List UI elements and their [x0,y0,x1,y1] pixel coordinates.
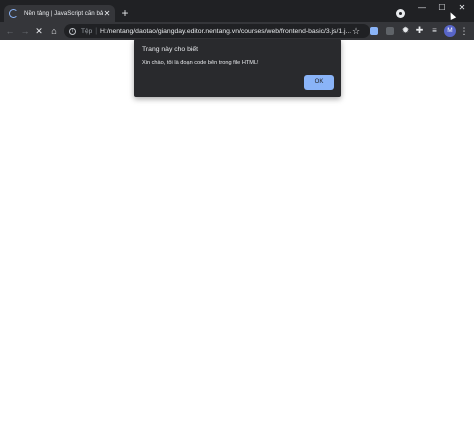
settings-extension-icon[interactable]: ✹ [401,26,410,35]
ok-button[interactable]: OK [304,75,334,90]
site-info-icon[interactable]: i [69,27,76,35]
tab-active[interactable]: Nền tảng | JavaScript căn bản ✕ [4,5,115,22]
minimize-button[interactable]: — [412,2,432,14]
forward-button[interactable]: → [20,24,30,38]
dialog-message: Xin chào, tôi là đoạn code bên trong fil… [142,60,259,66]
loading-spinner-icon [9,9,18,18]
profile-avatar[interactable]: M [444,25,456,37]
address-bar[interactable]: i Tệp | H:/nentang/daotao/giangday.edito… [64,24,370,38]
new-tab-button[interactable]: + [119,7,131,19]
home-button[interactable]: ⌂ [49,24,59,38]
reading-list-icon[interactable]: ≡ [430,26,439,35]
extension-icon[interactable] [386,27,394,35]
extensions-puzzle-icon[interactable]: ✚ [415,26,424,35]
tab-title: Nền tảng | JavaScript căn bản [24,10,103,17]
translate-extension-icon[interactable] [370,27,378,35]
back-button[interactable]: ← [5,24,15,38]
url-scheme-label: Tệp [81,27,93,35]
tab-close-icon[interactable]: ✕ [103,9,111,18]
close-window-button[interactable]: ✕ [452,2,472,14]
url-separator: | [95,27,98,35]
media-control-icon[interactable] [396,9,405,18]
browser-menu-icon[interactable]: ⋮ [459,25,469,37]
bookmark-star-icon[interactable]: ☆ [351,24,361,38]
url-text[interactable]: H:/nentang/daotao/giangday.editor.nentan… [100,28,351,35]
tab-strip: Nền tảng | JavaScript căn bản ✕ + — ☐ ✕ [0,0,474,22]
dialog-title: Trang này cho biết [142,46,199,53]
stop-loading-button[interactable]: ✕ [34,24,44,38]
alert-dialog: Trang này cho biết Xin chào, tôi là đoạn… [134,39,341,97]
page-content [0,40,474,445]
browser-toolbar: ← → ✕ ⌂ i Tệp | H:/nentang/daotao/giangd… [0,22,474,40]
